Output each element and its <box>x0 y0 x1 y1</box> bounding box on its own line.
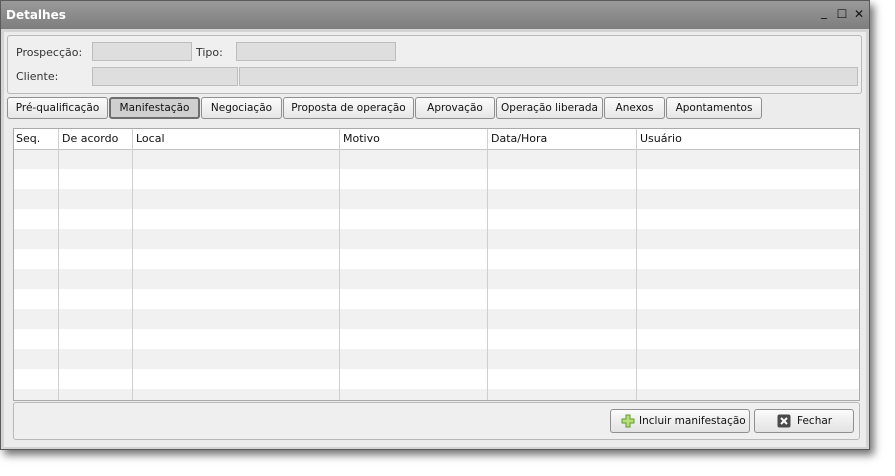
header-panel: Prospecção: Tipo: Cliente: <box>7 35 862 94</box>
table-header: Seq. De acordo Local Motivo Data/Hora Us… <box>14 129 859 150</box>
column-header-de-acordo[interactable]: De acordo <box>60 129 118 149</box>
close-x-icon <box>777 414 791 428</box>
column-header-data-hora[interactable]: Data/Hora <box>489 129 547 149</box>
tab-proposta-de-operacao[interactable]: Proposta de operação <box>283 97 414 119</box>
incluir-manifestacao-label: Incluir manifestação <box>639 415 746 427</box>
tipo-field[interactable] <box>236 42 396 61</box>
cliente-code-field[interactable] <box>92 67 238 86</box>
tab-operacao-liberada[interactable]: Operação liberada <box>496 97 603 119</box>
tab-apontamentos[interactable]: Apontamentos <box>666 97 762 119</box>
table-row <box>14 209 859 229</box>
tab-pre-qualificacao[interactable]: Pré-qualificação <box>7 97 108 119</box>
cliente-label: Cliente: <box>16 70 59 83</box>
column-header-motivo[interactable]: Motivo <box>341 129 380 149</box>
column-divider <box>339 129 340 400</box>
minimize-button[interactable]: _ <box>817 5 831 19</box>
footer-bar: Incluir manifestação Fechar <box>13 402 860 440</box>
window-title: Detalhes <box>6 8 66 22</box>
tab-aprovacao[interactable]: Aprovação <box>415 97 495 119</box>
table-row <box>14 349 859 369</box>
plus-icon <box>621 414 635 428</box>
table-row <box>14 329 859 349</box>
tipo-label: Tipo: <box>196 46 223 59</box>
table-row <box>14 169 859 189</box>
column-divider <box>487 129 488 400</box>
table-row <box>14 369 859 389</box>
close-window-button[interactable]: ✕ <box>852 7 866 21</box>
column-divider <box>636 129 637 400</box>
table-row <box>14 309 859 329</box>
window-content: Prospecção: Tipo: Cliente: Pré-qualifica… <box>4 32 866 447</box>
prospeccao-label: Prospecção: <box>16 46 83 59</box>
column-header-seq[interactable]: Seq. <box>14 129 40 149</box>
tab-manifestacao[interactable]: Manifestação <box>109 97 200 119</box>
title-bar[interactable]: Detalhes _ ☐ ✕ <box>1 1 869 29</box>
column-divider <box>132 129 133 400</box>
prospeccao-field[interactable] <box>92 42 192 61</box>
tab-anexos[interactable]: Anexos <box>604 97 665 119</box>
incluir-manifestacao-button[interactable]: Incluir manifestação <box>610 409 750 433</box>
table-row <box>14 289 859 309</box>
column-header-local[interactable]: Local <box>134 129 165 149</box>
cliente-name-field[interactable] <box>239 67 858 86</box>
table-row <box>14 389 859 400</box>
table-row <box>14 269 859 289</box>
maximize-button[interactable]: ☐ <box>835 7 849 21</box>
table-row <box>14 189 859 209</box>
fechar-button[interactable]: Fechar <box>754 409 854 433</box>
table-row <box>14 229 859 249</box>
table-row <box>14 149 859 169</box>
manifestacao-table[interactable]: Seq. De acordo Local Motivo Data/Hora Us… <box>13 128 860 401</box>
column-header-usuario[interactable]: Usuário <box>638 129 682 149</box>
fechar-label: Fechar <box>797 415 833 427</box>
table-row <box>14 249 859 269</box>
details-window: Detalhes _ ☐ ✕ Prospecção: Tipo: Cliente… <box>0 0 870 450</box>
tab-negociacao[interactable]: Negociação <box>201 97 282 119</box>
column-divider <box>58 129 59 400</box>
